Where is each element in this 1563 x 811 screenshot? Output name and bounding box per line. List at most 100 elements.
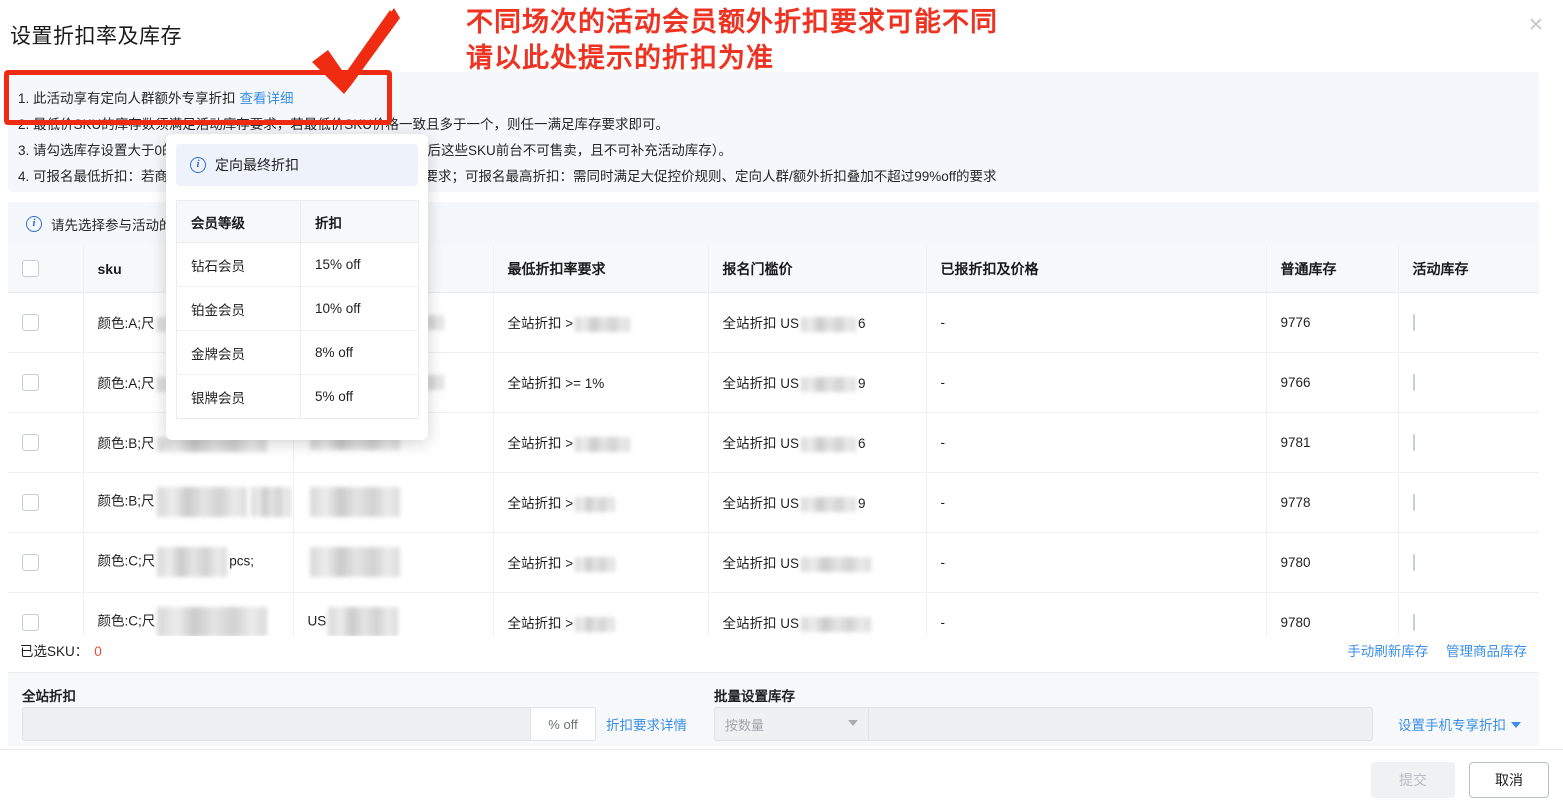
view-detail-link[interactable]: 查看详细 — [240, 91, 294, 106]
site-discount-input[interactable] — [22, 707, 530, 741]
member-discount: 15% off — [300, 242, 419, 287]
info-circle-icon: i — [190, 157, 206, 173]
sku-cell: 颜色:C;尺 — [83, 592, 294, 636]
col-member-level: 会员等级 — [176, 200, 301, 243]
discount-stock-dialog: 设置折扣率及库存 ✕ 不同场次的活动会员额外折扣要求可能不同 请以此处提示的折扣… — [0, 0, 1563, 811]
gate-price-text: 全站折扣 US — [722, 556, 800, 571]
member-level: 钻石会员 — [176, 242, 301, 287]
bulk-settings-panel: 全站折扣 % off 折扣要求详情 批量设置库存 按数量 设置手机专享折扣 — [8, 672, 1539, 746]
cancel-button[interactable]: 取消 — [1469, 762, 1549, 798]
gate-price-cell: 全站折扣 US — [708, 532, 927, 593]
activity-stock-input[interactable] — [1412, 313, 1415, 331]
table-row: 颜色:C;尺 US 全站折扣 > 全站折扣 US - 9780 — [8, 592, 1539, 636]
submit-button[interactable]: 提交 — [1371, 762, 1455, 798]
selected-sku-label-wrap: 已选SKU： 0 — [20, 640, 102, 660]
gate-price-text: 全站折扣 US — [722, 316, 800, 331]
close-icon[interactable]: ✕ — [1523, 12, 1549, 38]
popover-title: 定向最终折扣 — [215, 157, 299, 173]
row-checkbox[interactable] — [22, 613, 39, 631]
gate-price-cell: 全站折扣 US 9 — [708, 352, 927, 413]
member-discount: 8% off — [300, 330, 419, 375]
min-discount-text: 全站折扣 > — [507, 556, 574, 571]
gate-price-cell: 全站折扣 US 9 — [708, 472, 927, 533]
gate-price-tail: 6 — [858, 316, 866, 331]
normal-stock-cell: 9778 — [1266, 472, 1399, 533]
row-checkbox[interactable] — [22, 553, 39, 571]
min-discount-cell: 全站折扣 > — [493, 412, 709, 473]
bulk-stock-mode-select[interactable]: 按数量 — [714, 707, 869, 741]
refresh-stock-link[interactable]: 手动刷新库存 — [1347, 644, 1428, 659]
activity-stock-input[interactable] — [1412, 613, 1415, 631]
member-level: 银牌会员 — [176, 374, 301, 419]
phone-discount-link[interactable]: 设置手机专享折扣 — [1398, 714, 1521, 734]
col-applied-discount: 已报折扣及价格 — [926, 246, 1267, 293]
attr-cell — [293, 532, 494, 593]
bulk-stock-label: 批量设置库存 — [714, 689, 795, 704]
applied-cell: - — [926, 292, 1267, 353]
col-member-discount: 折扣 — [300, 200, 419, 243]
activity-stock-input[interactable] — [1412, 493, 1415, 511]
row-checkbox[interactable] — [22, 313, 39, 331]
min-discount-cell: 全站折扣 > — [493, 292, 709, 353]
activity-stock-cell — [1398, 532, 1539, 593]
row-checkbox[interactable] — [22, 493, 39, 511]
col-normal-stock: 普通库存 — [1266, 246, 1399, 293]
row-checkbox[interactable] — [22, 373, 39, 391]
bulk-stock-input[interactable] — [869, 707, 1373, 741]
annotation-line-1: 不同场次的活动会员额外折扣要求可能不同 — [466, 7, 998, 37]
popover-header: i 定向最终折扣 — [176, 144, 418, 186]
discount-requirement-link[interactable]: 折扣要求详情 — [606, 714, 687, 734]
applied-cell: - — [926, 532, 1267, 593]
row-select-cell — [8, 412, 84, 473]
activity-stock-cell — [1398, 412, 1539, 473]
min-discount-cell: 全站折扣 >= 1% — [493, 352, 709, 413]
gate-price-text: 全站折扣 US — [722, 616, 800, 631]
row-select-cell — [8, 292, 84, 353]
gate-price-tail: 6 — [858, 436, 866, 451]
min-discount-text: 全站折扣 > — [507, 436, 574, 451]
gate-price-tail: 9 — [858, 496, 866, 511]
popover-header-row: 会员等级 折扣 — [176, 200, 419, 243]
selected-sku-count: 0 — [94, 644, 102, 659]
row-select-cell — [8, 352, 84, 413]
row-checkbox[interactable] — [22, 433, 39, 451]
phone-discount-label: 设置手机专享折扣 — [1398, 718, 1506, 733]
table-row: 钻石会员 15% off — [176, 242, 419, 287]
gate-price-cell: 全站折扣 US — [708, 592, 927, 636]
selected-sku-bar: 已选SKU： 0 手动刷新库存 管理商品库存 — [8, 636, 1539, 670]
chevron-down-icon — [1511, 722, 1521, 728]
notice-item: 1. 此活动享有定向人群额外专享折扣 查看详细 — [18, 86, 1521, 112]
manage-stock-link[interactable]: 管理商品库存 — [1446, 644, 1527, 659]
normal-stock-cell: 9776 — [1266, 292, 1399, 353]
table-row: 颜色:B;尺 全站折扣 > 全站折扣 US 9 - 9778 — [8, 472, 1539, 533]
annotation-note: 不同场次的活动会员额外折扣要求可能不同 请以此处提示的折扣为准 — [466, 4, 998, 76]
gate-price-text: 全站折扣 US — [722, 496, 800, 511]
applied-cell: - — [926, 472, 1267, 533]
select-all-checkbox[interactable] — [22, 260, 39, 278]
row-select-cell — [8, 532, 84, 593]
member-discount-table: 会员等级 折扣 钻石会员 15% off 铂金会员 10% off 金牌会员 8… — [176, 200, 419, 419]
page-title: 设置折扣率及库存 — [10, 25, 182, 48]
site-discount-suffix: % off — [530, 707, 596, 741]
row-select-cell — [8, 472, 84, 533]
attr-text: US — [307, 613, 327, 629]
row-select-cell — [8, 592, 84, 636]
normal-stock-cell: 9781 — [1266, 412, 1399, 473]
activity-stock-input[interactable] — [1412, 373, 1415, 391]
sku-text: 颜色:C;尺 — [97, 553, 156, 569]
site-discount-group: % off — [22, 707, 596, 741]
table-row: 银牌会员 5% off — [176, 374, 419, 419]
table-row: 铂金会员 10% off — [176, 286, 419, 331]
min-discount-text: 全站折扣 >= 1% — [507, 376, 605, 391]
activity-stock-cell — [1398, 352, 1539, 413]
sku-text: 颜色:B;尺 — [97, 493, 155, 509]
activity-stock-input[interactable] — [1412, 553, 1415, 571]
gate-price-text: 全站折扣 US — [722, 436, 800, 451]
activity-stock-input[interactable] — [1412, 433, 1415, 451]
table-row: 金牌会员 8% off — [176, 330, 419, 375]
attr-cell: US — [293, 592, 494, 636]
activity-stock-cell — [1398, 472, 1539, 533]
activity-stock-cell — [1398, 592, 1539, 636]
col-gate-price: 报名门槛价 — [708, 246, 927, 293]
dialog-footer: 提交 取消 — [0, 749, 1563, 811]
